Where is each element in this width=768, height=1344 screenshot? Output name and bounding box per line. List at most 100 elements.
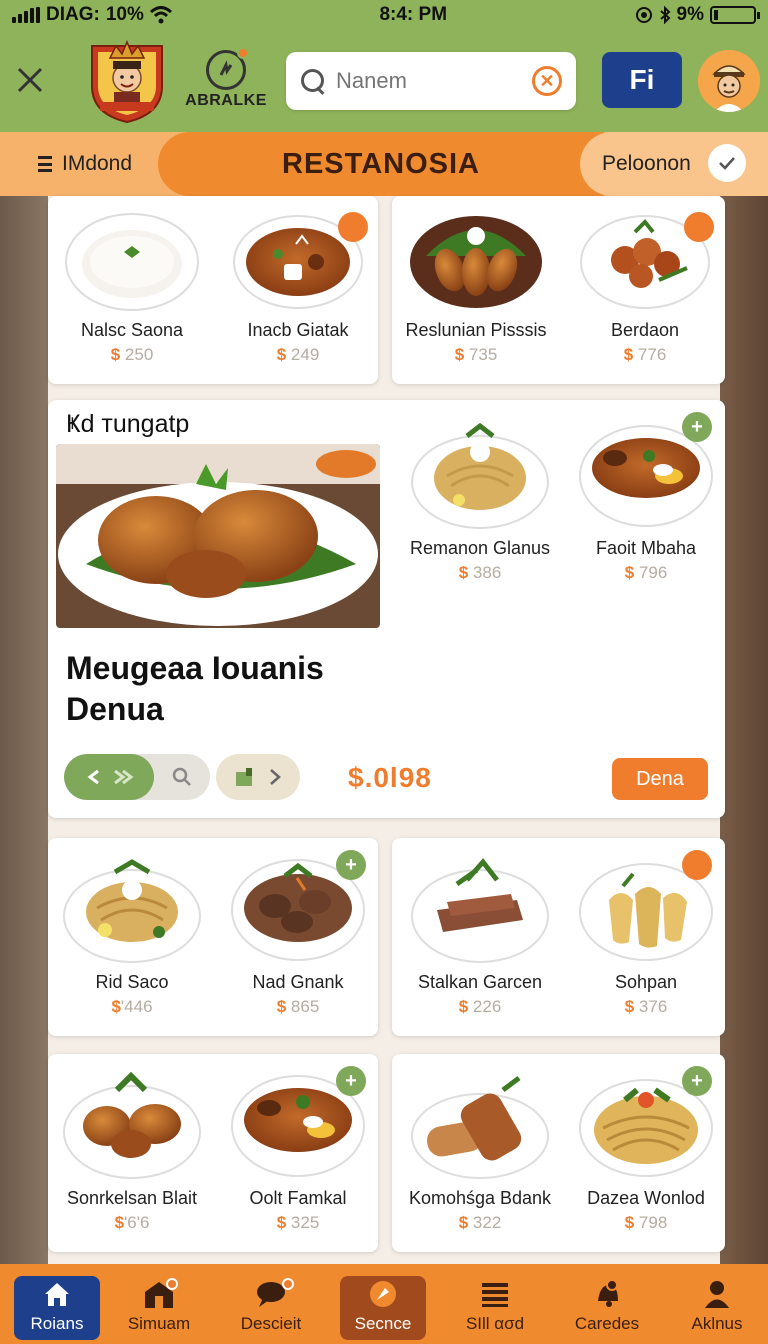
- search-icon: [300, 68, 326, 94]
- app-header: ABRALKE ✕ Fi: [0, 30, 768, 132]
- power-icon: [206, 47, 249, 90]
- page-title: RESTANOSIA: [158, 132, 604, 196]
- zoom-icon[interactable]: [172, 767, 192, 787]
- close-button[interactable]: [10, 60, 50, 100]
- dish-card[interactable]: Sonrkelsan Blait $'6'6 Oolt Famkal $ 325…: [48, 1054, 378, 1252]
- avatar[interactable]: [698, 50, 760, 112]
- dish-name: Faoit Mbaha: [595, 538, 697, 558]
- nav-store[interactable]: Simuam: [116, 1276, 202, 1340]
- dish-card[interactable]: Rid Saco $'446 Nad Gnank $ 865 +: [48, 838, 378, 1036]
- status-bar: DIAG: 10% 8:4: PM 9%: [0, 0, 768, 30]
- nav-label: Roians: [30, 1314, 84, 1333]
- dish-price: $'6'6: [114, 1213, 150, 1232]
- dish-price: $ 796: [624, 563, 668, 582]
- location-selector[interactable]: Peloonon: [580, 132, 768, 196]
- dish-card[interactable]: Reslunian Pisssis $ 735 Berdaon $ 776: [392, 196, 725, 384]
- dish-price: $ 325: [276, 1213, 320, 1232]
- add-badge[interactable]: +: [336, 850, 366, 880]
- dish-name: Berdaon: [610, 320, 680, 340]
- share-icon: [87, 769, 99, 785]
- bluetooth-icon: [659, 6, 670, 24]
- clear-icon[interactable]: ✕: [532, 66, 562, 96]
- dish-card[interactable]: Nalsc Saona $ 250 Inacb Giatak $ 249: [48, 196, 378, 384]
- nav-label: Secnce: [354, 1314, 412, 1333]
- nav-label: SIll ασd: [465, 1314, 525, 1333]
- dish-item[interactable]: Rid Saco $'446: [52, 850, 212, 1017]
- featured-title: Meugeaa Iouanis Denua: [66, 650, 324, 727]
- title-bar: IMdond RESTANOSIA Peloonon: [0, 132, 768, 196]
- dish-photo: [411, 422, 549, 529]
- chevron-right-icon: [270, 769, 281, 785]
- nav-home[interactable]: Roians: [14, 1276, 100, 1340]
- dish-item[interactable]: Sonrkelsan Blait $'6'6: [52, 1066, 212, 1233]
- dish-photo: [65, 213, 199, 311]
- check-icon[interactable]: [708, 144, 746, 182]
- dish-price: $ 250: [110, 345, 154, 364]
- dish-price: $ 386: [458, 563, 502, 582]
- nav-account[interactable]: Aklnus: [674, 1276, 760, 1340]
- dish-item[interactable]: Remanon Glanus $ 386: [400, 416, 560, 583]
- cart-button[interactable]: [216, 754, 300, 800]
- nav-label: Caredes: [574, 1314, 640, 1333]
- nav-search[interactable]: Secnce: [340, 1276, 426, 1340]
- dish-photo: [63, 859, 201, 963]
- dish-item[interactable]: Nalsc Saona $ 250: [52, 206, 212, 365]
- dish-name: Sohpan: [614, 972, 678, 992]
- dish-item[interactable]: Stalkan Garcen $ 226: [400, 850, 560, 1017]
- menu-icon: [38, 156, 52, 172]
- dish-photo: [411, 858, 549, 963]
- nav-label: Simuam: [127, 1314, 191, 1333]
- carrier-label: DIAG:: [46, 4, 100, 25]
- featured-card[interactable]: Ҝd тungatp Meugeaa Iouanis Denua Remanon …: [48, 400, 725, 818]
- brand-name: ABRALKE: [185, 92, 267, 109]
- cart-icon: [236, 768, 252, 786]
- nav-notifications[interactable]: Caredes: [564, 1276, 650, 1340]
- dish-item[interactable]: Komohśga Bdank $ 322: [400, 1066, 560, 1233]
- nav-chat[interactable]: Descieit: [228, 1276, 314, 1340]
- dish-name: Oolt Famkal: [249, 1188, 347, 1208]
- dish-name: Komohśga Bdank: [408, 1188, 552, 1208]
- dish-price: $ 776: [623, 345, 667, 364]
- bottom-navigation: Roians Simuam Descieit Secnce SIll ασd C…: [0, 1264, 768, 1344]
- add-badge[interactable]: +: [336, 1066, 366, 1096]
- dish-item[interactable]: Reslunian Pisssis $ 735: [396, 206, 556, 365]
- notification-dot: [282, 1278, 294, 1290]
- search-input[interactable]: [336, 68, 532, 94]
- notification-dot: [237, 47, 249, 59]
- share-toggle[interactable]: [64, 754, 154, 800]
- order-button[interactable]: Dena: [612, 758, 708, 800]
- dish-price: $ 376: [624, 997, 668, 1016]
- favorite-badge[interactable]: [684, 212, 714, 242]
- close-icon: [17, 67, 43, 93]
- favorite-badge[interactable]: [682, 850, 712, 880]
- menu-label: IMdond: [62, 152, 133, 175]
- menu-button[interactable]: IMdond: [38, 132, 132, 196]
- quantity-toggle[interactable]: [64, 754, 210, 800]
- featured-label: Ҝd тungatp: [66, 410, 190, 438]
- add-badge[interactable]: +: [682, 1066, 712, 1096]
- dish-name: Nalsc Saona: [80, 320, 184, 340]
- nav-list[interactable]: SIll ασd: [452, 1276, 538, 1340]
- favorite-badge[interactable]: [338, 212, 368, 242]
- restaurant-logo[interactable]: [86, 36, 168, 124]
- dish-name: Inacb Giatak: [247, 320, 349, 340]
- location-label: Peloonon: [602, 152, 691, 175]
- status-time: 8:4: PM: [379, 4, 448, 25]
- dish-card[interactable]: Komohśga Bdank $ 322 Dazea Wonlod $ 798 …: [392, 1054, 725, 1252]
- dish-price: $ 865: [276, 997, 320, 1016]
- brand-link[interactable]: ABRALKE: [184, 47, 268, 110]
- dish-card[interactable]: Stalkan Garcen $ 226 Sohpan $ 376: [392, 838, 725, 1036]
- dish-name: Sonrkelsan Blait: [66, 1188, 198, 1208]
- location-icon: [635, 7, 652, 23]
- dish-name: Reslunian Pisssis: [405, 320, 547, 340]
- add-badge[interactable]: +: [682, 412, 712, 442]
- dish-name: Dazea Wonlod: [587, 1188, 705, 1208]
- battery-percent: 9%: [676, 4, 704, 25]
- fi-button[interactable]: Fi: [602, 52, 682, 108]
- dish-price: $ 798: [624, 1213, 668, 1232]
- search-bar[interactable]: ✕: [286, 52, 576, 110]
- dish-photo: [411, 1076, 549, 1179]
- dish-price: $ 226: [458, 997, 502, 1016]
- featured-photo: [56, 444, 380, 628]
- dish-name: Rid Saco: [95, 972, 169, 992]
